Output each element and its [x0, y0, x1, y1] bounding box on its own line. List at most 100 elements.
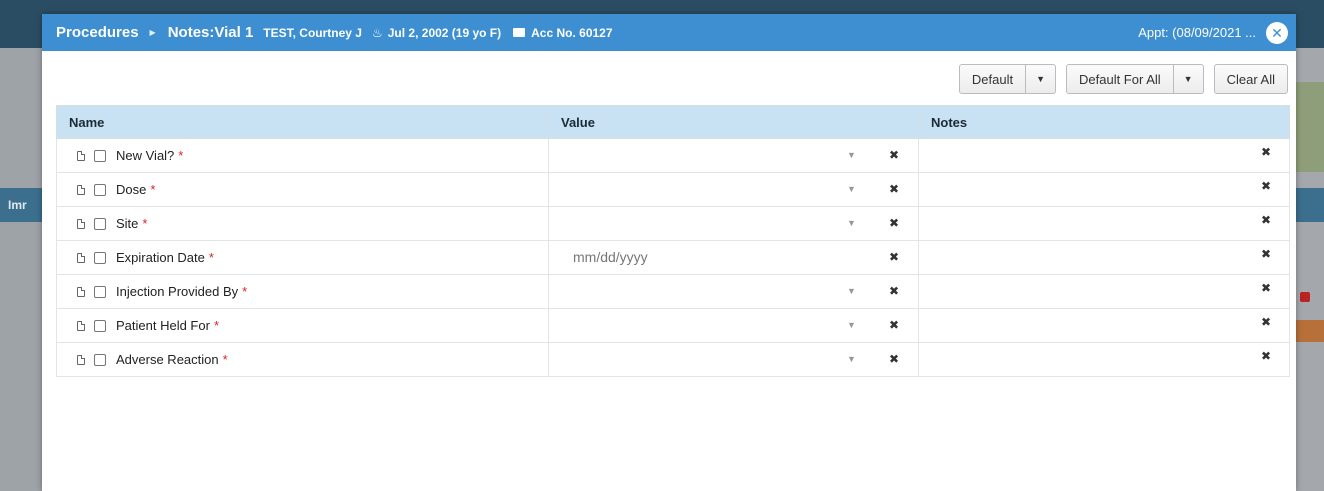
name-cell-content: Dose * — [57, 173, 548, 206]
document-icon[interactable] — [77, 320, 85, 331]
clear-notes-icon[interactable]: ✖ — [1261, 173, 1271, 199]
notes-cell[interactable]: ✖ — [918, 138, 1290, 173]
background-right-panel — [1296, 48, 1324, 491]
notes-cell[interactable]: ✖ — [918, 308, 1290, 343]
notes-cell[interactable]: ✖ — [918, 172, 1290, 207]
clear-value-icon[interactable]: ✖ — [889, 173, 899, 206]
value-cell[interactable]: ▼ ✖ — [548, 308, 919, 343]
table-row: New Vial? * ▼ ✖ ✖ — [56, 138, 1290, 173]
birthday-cake-icon: ♨ — [371, 25, 383, 40]
row-checkbox[interactable] — [94, 353, 106, 366]
background-right-badge — [1296, 320, 1324, 342]
field-label: Site — [116, 216, 139, 231]
name-cell: Dose * — [56, 172, 549, 207]
row-checkbox[interactable] — [94, 319, 106, 332]
default-dropdown-caret-icon[interactable]: ▼ — [1026, 64, 1056, 94]
value-dropdown-arrow-icon[interactable]: ▼ — [847, 309, 856, 342]
value-dropdown-arrow-icon[interactable]: ▼ — [847, 139, 856, 172]
clear-value-icon[interactable]: ✖ — [889, 275, 899, 308]
document-icon[interactable] — [77, 286, 85, 297]
name-cell-content: Injection Provided By * — [57, 275, 548, 308]
default-for-all-dropdown-caret-icon[interactable]: ▼ — [1173, 64, 1204, 94]
value-cell[interactable]: ▼ ✖ — [548, 206, 919, 241]
document-icon[interactable] — [77, 252, 85, 263]
name-cell-content: New Vial? * — [57, 139, 548, 172]
clear-notes-icon[interactable]: ✖ — [1261, 139, 1271, 165]
patient-dob-text: Jul 2, 2002 (19 yo F) — [387, 25, 502, 40]
field-label: Injection Provided By — [116, 284, 239, 299]
close-icon[interactable]: ✕ — [1266, 22, 1288, 44]
clear-value-icon[interactable]: ✖ — [889, 309, 899, 342]
field-label: Expiration Date — [116, 250, 205, 265]
clear-notes-icon[interactable]: ✖ — [1261, 343, 1271, 369]
dialog-title: Procedures — [56, 24, 139, 41]
column-header-notes: Notes — [918, 105, 1290, 139]
clear-value-icon[interactable]: ✖ — [889, 139, 899, 172]
required-marker: * — [150, 182, 156, 197]
dialog-subtitle: Notes:Vial 1 — [167, 24, 254, 41]
clear-notes-icon[interactable]: ✖ — [1261, 309, 1271, 335]
document-icon[interactable] — [77, 150, 85, 161]
account-number: Acc No. 60127 — [513, 26, 613, 40]
required-marker: * — [213, 318, 219, 333]
background-right-bar — [1296, 188, 1324, 222]
value-cell[interactable]: ▼ ✖ — [548, 342, 919, 377]
value-cell[interactable]: ▼ ✖ — [548, 172, 919, 207]
default-for-all-button[interactable]: Default For All — [1066, 64, 1174, 94]
clear-value-icon[interactable]: ✖ — [889, 207, 899, 240]
name-cell: Expiration Date * — [56, 240, 549, 275]
document-icon[interactable] — [77, 218, 85, 229]
default-button[interactable]: Default — [958, 64, 1027, 94]
name-cell-content: Site * — [57, 207, 548, 240]
dialog-header: Procedures ▶ Notes:Vial 1 TEST, Courtney… — [42, 14, 1296, 51]
name-cell: Adverse Reaction * — [56, 342, 549, 377]
patient-name: TEST, Courtney J — [263, 25, 362, 40]
notes-cell[interactable]: ✖ — [918, 240, 1290, 275]
appointment-info: Appt: (08/09/2021 ... — [1138, 25, 1256, 40]
notes-cell[interactable]: ✖ — [918, 342, 1290, 377]
clear-notes-icon[interactable]: ✖ — [1261, 275, 1271, 301]
value-cell[interactable]: mm/dd/yyyy ✖ — [548, 240, 919, 275]
alert-icon — [1300, 292, 1310, 302]
name-cell: Site * — [56, 206, 549, 241]
row-checkbox[interactable] — [94, 285, 106, 298]
document-icon[interactable] — [77, 184, 85, 195]
table-row: Site * ▼ ✖ ✖ — [56, 206, 1290, 241]
name-cell-content: Expiration Date * — [57, 241, 548, 274]
field-label: Adverse Reaction — [116, 352, 219, 367]
expiration-date-input[interactable]: mm/dd/yyyy — [573, 241, 648, 274]
row-checkbox[interactable] — [94, 217, 106, 230]
notes-cell[interactable]: ✖ — [918, 274, 1290, 309]
required-marker: * — [222, 352, 228, 367]
table-header-row: Name Value Notes — [56, 105, 1290, 139]
required-marker: * — [208, 250, 214, 265]
row-checkbox[interactable] — [94, 149, 106, 162]
name-cell: Injection Provided By * — [56, 274, 549, 309]
value-dropdown-arrow-icon[interactable]: ▼ — [847, 343, 856, 376]
table-row: Injection Provided By * ▼ ✖ ✖ — [56, 274, 1290, 309]
default-button-group: Default ▼ — [958, 64, 1056, 94]
clear-value-icon[interactable]: ✖ — [889, 343, 899, 376]
clear-notes-icon[interactable]: ✖ — [1261, 207, 1271, 233]
name-cell-content: Patient Held For * — [57, 309, 548, 342]
value-cell[interactable]: ▼ ✖ — [548, 138, 919, 173]
field-label: New Vial? — [116, 148, 175, 163]
table-row: Expiration Date * mm/dd/yyyy ✖ ✖ — [56, 240, 1290, 275]
value-dropdown-arrow-icon[interactable]: ▼ — [847, 173, 856, 206]
value-dropdown-arrow-icon[interactable]: ▼ — [847, 275, 856, 308]
clear-all-button[interactable]: Clear All — [1213, 64, 1288, 94]
value-cell[interactable]: ▼ ✖ — [548, 274, 919, 309]
column-header-value: Value — [548, 105, 919, 139]
document-icon[interactable] — [77, 354, 85, 365]
procedure-notes-table: Name Value Notes New Vial? * ▼ ✖ ✖ Dose … — [56, 105, 1290, 377]
briefcase-icon — [513, 28, 526, 37]
value-dropdown-arrow-icon[interactable]: ▼ — [847, 207, 856, 240]
row-checkbox[interactable] — [94, 183, 106, 196]
procedure-notes-dialog: Procedures ▶ Notes:Vial 1 TEST, Courtney… — [42, 14, 1296, 491]
notes-cell[interactable]: ✖ — [918, 206, 1290, 241]
clear-notes-icon[interactable]: ✖ — [1261, 241, 1271, 267]
patient-dob: ♨ Jul 2, 2002 (19 yo F) — [372, 26, 501, 40]
background-right-block — [1296, 82, 1324, 172]
clear-value-icon[interactable]: ✖ — [889, 241, 899, 274]
row-checkbox[interactable] — [94, 251, 106, 264]
